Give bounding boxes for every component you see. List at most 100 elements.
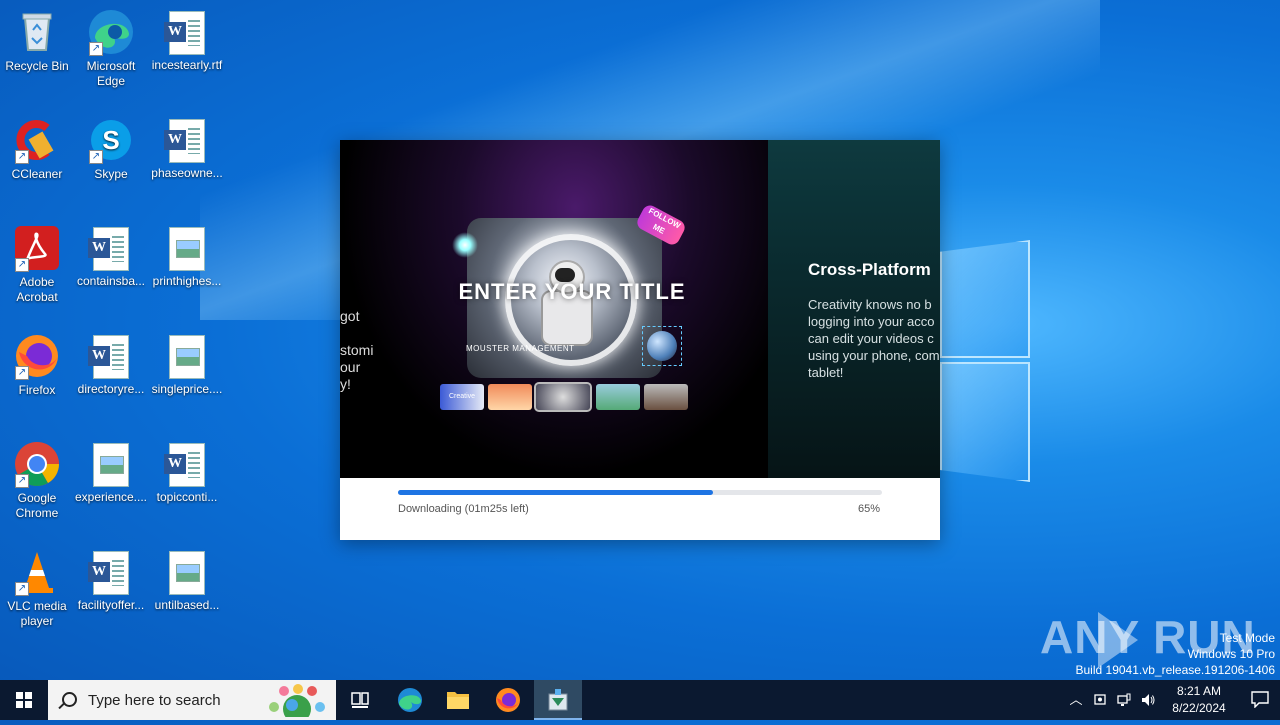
desktop-icon-phaseowne[interactable]: W phaseowne...: [150, 116, 224, 181]
download-percent: 65%: [857, 503, 880, 515]
windows-edition-text: Windows 10 Pro: [1187, 647, 1275, 661]
slide-title: Cross-Platform: [808, 260, 931, 279]
device-icon[interactable]: [1092, 692, 1108, 708]
desktop-icon-label: printhighes...: [152, 274, 222, 288]
word-document-icon: W: [164, 11, 205, 55]
windows-start-icon: [16, 692, 33, 709]
slide-prev-text: got: [340, 308, 360, 324]
shortcut-arrow-icon: ↗: [15, 150, 29, 164]
windows-build-info: Test Mode Windows 10 Pro Build 19041.vb_…: [1076, 630, 1276, 678]
desktop-icon-label: singleprice....: [151, 382, 223, 396]
start-button[interactable]: [0, 680, 48, 720]
test-mode-text: Test Mode: [1219, 631, 1275, 645]
desktop-icon-vlc[interactable]: ↗ VLC media player: [0, 548, 74, 629]
ccleaner-icon: ↗: [13, 116, 61, 164]
slide-desc-line: logging into your acco: [808, 314, 935, 329]
shortcut-arrow-icon: ↗: [15, 366, 29, 380]
slide-desc-line: using your phone, com: [808, 348, 940, 363]
taskbar-clock[interactable]: 8:21 AM 8/22/2024: [1164, 683, 1234, 717]
shortcut-arrow-icon: ↗: [89, 42, 103, 56]
firefox-icon: ↗: [13, 332, 61, 380]
word-document-icon: W: [164, 443, 205, 487]
firefox-icon: [496, 688, 520, 712]
desktop-icon-adobe-acrobat[interactable]: ↗ Adobe Acrobat: [0, 224, 74, 305]
desktop-icon-microsoft-edge[interactable]: ↗ Microsoft Edge: [74, 8, 148, 89]
desktop-icon-printhighes[interactable]: printhighes...: [150, 224, 224, 289]
desktop-icon-label: VLC media player: [7, 599, 67, 628]
slide-desc-line: Creativity knows no b: [808, 297, 932, 312]
clock-time: 8:21 AM: [1176, 684, 1222, 698]
desktop-icon-incestearly[interactable]: W incestearly.rtf: [150, 8, 224, 73]
svg-text:S: S: [102, 125, 119, 155]
notification-center-button[interactable]: [1250, 690, 1270, 709]
desktop-icon-google-chrome[interactable]: ↗ Google Chrome: [0, 440, 74, 521]
task-view-button[interactable]: [336, 680, 384, 720]
download-status-text: Downloading (01m25s left): [398, 503, 529, 515]
desktop-icon-ccleaner[interactable]: ↗ CCleaner: [0, 116, 74, 182]
show-hidden-icons-chevron-icon[interactable]: ︿: [1068, 692, 1084, 708]
shortcut-arrow-icon: ↗: [15, 582, 29, 596]
progress-fill: [398, 490, 713, 495]
taskbar-edge-button[interactable]: [386, 680, 434, 720]
task-view-icon: [351, 692, 369, 708]
network-icon[interactable]: [1116, 692, 1132, 708]
installer-window: got stomi our y! ENTER YOUR TITLE FOLLOW…: [340, 140, 940, 540]
desktop-icon-firefox[interactable]: ↗ Firefox: [0, 332, 74, 398]
desktop-icon-label: Recycle Bin: [5, 59, 69, 73]
windows-build-text: Build 19041.vb_release.191206-1406: [1075, 663, 1276, 677]
taskbar: Type here to search ︿ 8:21 AM 8/22/2024: [0, 680, 1280, 720]
word-document-icon: W: [88, 335, 129, 379]
desktop-icon-label: phaseowne...: [151, 166, 223, 180]
image-file-icon: [169, 335, 205, 379]
desktop-icon-recycle-bin[interactable]: Recycle Bin: [0, 8, 74, 74]
slide-desc-line: tablet!: [808, 365, 844, 380]
search-placeholder: Type here to search: [88, 692, 221, 709]
desktop-icon-singleprice[interactable]: singleprice....: [150, 332, 224, 397]
shortcut-arrow-icon: ↗: [89, 150, 103, 164]
desktop-icon-label: untilbased...: [154, 598, 220, 612]
taskbar-file-explorer-button[interactable]: [434, 680, 482, 720]
word-document-icon: W: [88, 227, 129, 271]
banner-slide-image: got stomi our y! ENTER YOUR TITLE FOLLOW…: [340, 140, 768, 478]
desktop-icon-directoryre[interactable]: W directoryre...: [74, 332, 148, 397]
slide-desc-line: can edit your videos c: [808, 331, 934, 346]
word-document-icon: W: [88, 551, 129, 595]
desktop-icon-label: directoryre...: [77, 382, 145, 396]
desktop-icon-facilityoffer[interactable]: W facilityoffer...: [74, 548, 148, 613]
installer-app-icon: [548, 689, 568, 711]
shortcut-arrow-icon: ↗: [15, 258, 29, 272]
chrome-icon: ↗: [13, 440, 61, 488]
slide-description: Creativity knows no b logging into your …: [808, 296, 940, 381]
desktop-icon-skype[interactable]: S ↗ Skype: [74, 116, 148, 182]
vlc-cone-icon: ↗: [13, 548, 61, 596]
desktop-icon-topicconti[interactable]: W topicconti...: [150, 440, 224, 505]
taskbar-installer-button[interactable]: [534, 680, 582, 720]
recycle-bin-icon: [13, 8, 61, 56]
desktop-icon-label: CCleaner: [11, 167, 63, 181]
word-document-icon: W: [164, 119, 205, 163]
hero-title-text: ENTER YOUR TITLE: [458, 279, 686, 304]
edge-icon: [398, 688, 422, 712]
desktop-icon-label: topicconti...: [156, 490, 218, 504]
desktop-icon-label: Microsoft Edge: [86, 59, 136, 88]
skype-icon: S ↗: [87, 116, 135, 164]
thumbnail: [644, 384, 688, 410]
taskbar-search-box[interactable]: Type here to search: [48, 680, 336, 720]
thumbnail-selected: [534, 382, 592, 412]
volume-icon[interactable]: [1140, 692, 1156, 708]
desktop-icon-label: facilityoffer...: [77, 598, 145, 612]
thumbnail: [596, 384, 640, 410]
download-progress-panel: Downloading (01m25s left) 65%: [340, 478, 940, 540]
thumbnail: [488, 384, 532, 410]
desktop-icon-untilbased[interactable]: untilbased...: [150, 548, 224, 613]
taskbar-firefox-button[interactable]: [484, 680, 532, 720]
desktop-icon-containsba[interactable]: W containsba...: [74, 224, 148, 289]
windows-wallpaper-logo: [940, 240, 1030, 482]
globe-icon: [647, 331, 677, 361]
image-file-icon: [169, 227, 205, 271]
progress-track: [398, 490, 882, 495]
slide-prev-text: stomi: [340, 342, 374, 358]
sparkle-effect: [452, 232, 478, 258]
desktop-icon-experience[interactable]: experience....: [74, 440, 148, 505]
system-tray: ︿ 8:21 AM 8/22/2024: [1060, 680, 1280, 720]
